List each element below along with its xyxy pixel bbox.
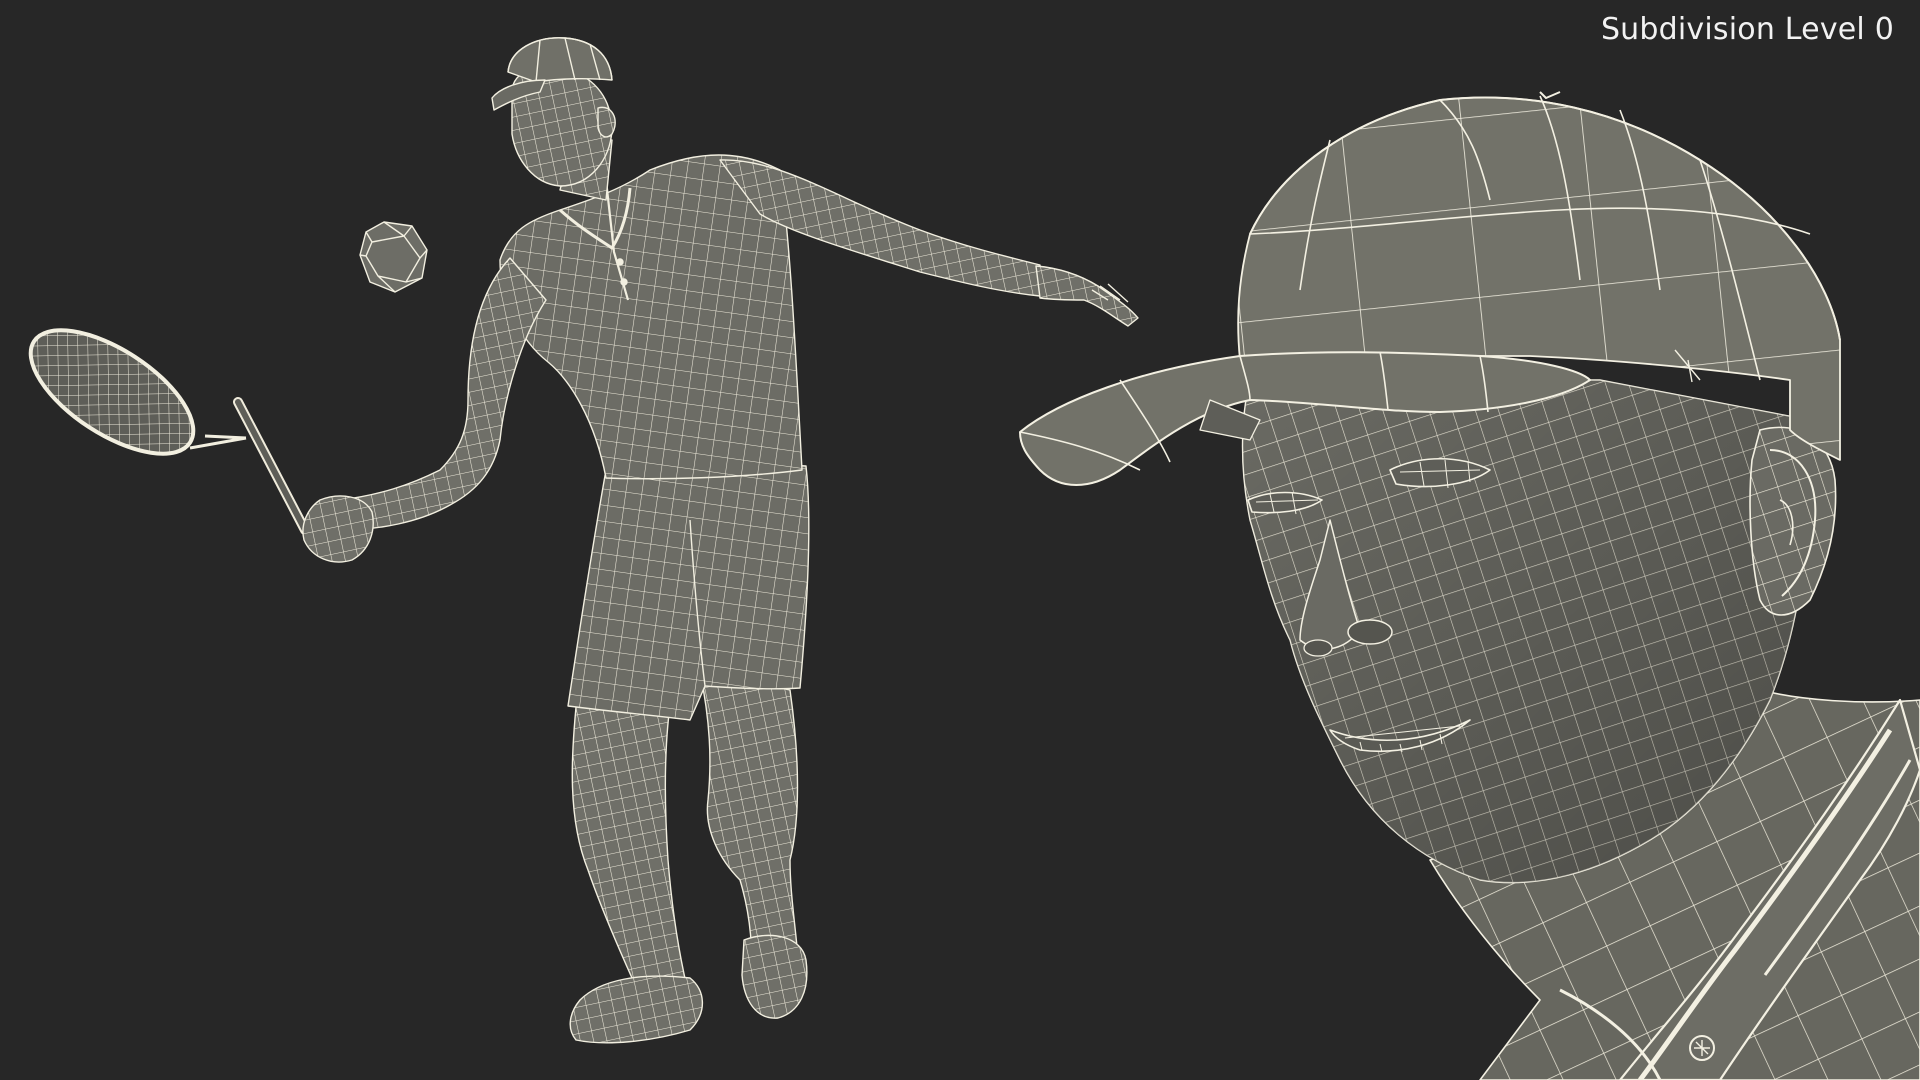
- render-canvas: [28, 37, 1920, 1080]
- tennis-racket: [28, 328, 310, 535]
- subdivision-level-caption: Subdivision Level 0: [1600, 12, 1894, 47]
- tennis-player-wireframe: [28, 37, 1139, 1044]
- tennis-ball: [359, 221, 428, 293]
- render-viewport: Subdivision Level 0: [0, 0, 1920, 1080]
- head-closeup-wireframe: [1019, 91, 1920, 1080]
